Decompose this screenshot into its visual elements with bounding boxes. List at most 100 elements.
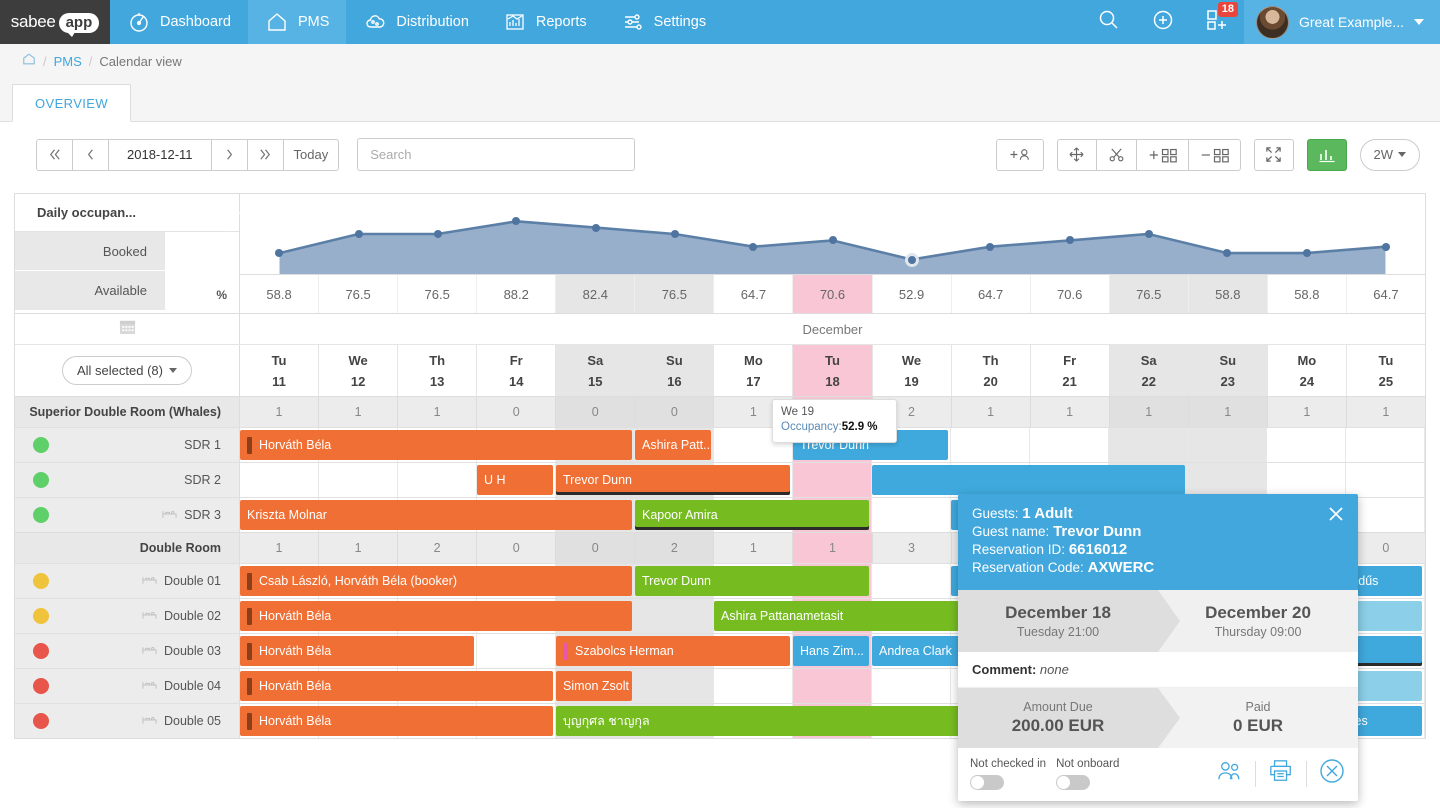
reservation-bar[interactable]: Trevor Dunn (556, 465, 790, 495)
add-rooms-button[interactable] (1137, 139, 1189, 171)
reservation-bar[interactable]: Horváth Béla (240, 636, 474, 666)
add-reservation-button[interactable] (996, 139, 1044, 171)
chart-point[interactable] (434, 230, 442, 238)
nav-item-settings[interactable]: Settings (604, 0, 723, 44)
calendar-cell[interactable] (1267, 463, 1346, 497)
chart-point[interactable] (1382, 243, 1390, 251)
reservation-bar[interactable]: Kriszta Molnar (240, 500, 632, 530)
chart-point[interactable] (1145, 230, 1153, 238)
reservation-bar[interactable]: U H (477, 465, 553, 495)
fullscreen-button[interactable] (1254, 139, 1294, 171)
calendar-cell[interactable] (872, 669, 951, 703)
room-name-cell[interactable]: Double 05 (15, 704, 240, 738)
day-column-header[interactable]: Mo 17 (714, 345, 793, 396)
reservation-bar[interactable]: Trevor Dunn (635, 566, 869, 596)
nav-item-pms[interactable]: PMS (248, 0, 346, 44)
calendar-cell[interactable] (872, 498, 951, 532)
day-column-header[interactable]: Fr 21 (1031, 345, 1110, 396)
chart-point[interactable] (671, 230, 679, 238)
calendar-cell[interactable] (951, 428, 1030, 462)
day-column-header[interactable]: Sa 22 (1110, 345, 1189, 396)
day-column-header[interactable]: Fr 14 (477, 345, 556, 396)
tab-overview[interactable]: OVERVIEW (12, 84, 131, 122)
cancel-circle-icon[interactable] (1318, 757, 1346, 790)
calendar-cell[interactable] (1188, 463, 1267, 497)
calendar-cell[interactable] (1188, 428, 1267, 462)
calendar-cell[interactable] (793, 669, 872, 703)
calendar-cell[interactable] (1346, 428, 1425, 462)
remove-rooms-button[interactable] (1189, 139, 1241, 171)
day-column-header[interactable]: Su 23 (1189, 345, 1268, 396)
calendar-cell[interactable] (1030, 428, 1109, 462)
day-column-header[interactable]: Su 16 (635, 345, 714, 396)
room-name-cell[interactable]: SDR 2 (15, 463, 240, 497)
today-button[interactable]: Today (284, 139, 340, 171)
search-button[interactable] (1082, 0, 1136, 44)
calendar-cell[interactable] (793, 463, 872, 497)
reservation-bar[interactable] (872, 465, 1185, 495)
reservation-bar[interactable]: Horváth Béla (240, 706, 553, 736)
jump-last-button[interactable] (248, 139, 284, 171)
calendar-cell[interactable] (1346, 463, 1425, 497)
day-column-header[interactable]: Tu 25 (1347, 345, 1425, 396)
chart-point[interactable] (829, 236, 837, 244)
chart-point[interactable] (355, 230, 363, 238)
reservation-bar[interactable]: Horváth Béla (240, 601, 632, 631)
reservation-bar[interactable]: Kapoor Amira (635, 500, 869, 530)
date-display[interactable]: 2018-12-11 (109, 139, 212, 171)
room-selector-button[interactable]: All selected (8) (62, 356, 192, 385)
calendar-icon[interactable] (119, 318, 136, 340)
close-icon[interactable] (1326, 504, 1346, 524)
day-column-header[interactable]: We 19 (873, 345, 952, 396)
next-button[interactable] (212, 139, 248, 171)
reservation-bar[interactable]: Horváth Béla (240, 430, 632, 460)
guests-icon[interactable] (1216, 759, 1244, 788)
calendar-cell[interactable] (1267, 428, 1346, 462)
reservation-bar[interactable]: Hans Zim... (793, 636, 869, 666)
reservation-bar[interactable]: Szabolcs Herman (556, 636, 790, 666)
calendar-cell[interactable] (635, 599, 714, 633)
room-name-cell[interactable]: Double 03 (15, 634, 240, 668)
scissors-button[interactable] (1097, 139, 1137, 171)
breadcrumb-link-pms[interactable]: PMS (54, 54, 82, 69)
prev-button[interactable] (73, 139, 109, 171)
move-button[interactable] (1057, 139, 1097, 171)
room-name-cell[interactable]: Double 02 (15, 599, 240, 633)
room-name-cell[interactable]: Double 01 (15, 564, 240, 598)
day-column-header[interactable]: Mo 24 (1268, 345, 1347, 396)
day-column-header[interactable]: Tu 11 (240, 345, 319, 396)
room-name-cell[interactable]: SDR 3 (15, 498, 240, 532)
calendar-cell[interactable] (240, 463, 319, 497)
nav-item-distribution[interactable]: Distribution (346, 0, 486, 44)
calendar-cell[interactable] (398, 463, 477, 497)
day-column-header[interactable]: We 12 (319, 345, 398, 396)
reservation-bar[interactable]: Csab László, Horváth Béla (booker) (240, 566, 632, 596)
nav-item-reports[interactable]: Reports (486, 0, 604, 44)
search-input[interactable] (357, 138, 635, 171)
occupancy-chart-toggle[interactable] (1307, 139, 1347, 171)
day-column-header[interactable]: Th 13 (398, 345, 477, 396)
range-selector[interactable]: 2W (1360, 139, 1421, 171)
home-icon[interactable] (22, 52, 36, 71)
calendar-cell[interactable] (319, 463, 398, 497)
calendar-cell[interactable] (872, 564, 951, 598)
day-column-header[interactable]: Th 20 (952, 345, 1031, 396)
calendar-cell[interactable] (477, 634, 556, 668)
printer-icon[interactable] (1267, 759, 1295, 788)
calendar-cell[interactable] (635, 669, 714, 703)
room-name-cell[interactable]: SDR 1 (15, 428, 240, 462)
reservation-bar[interactable]: Horváth Béla (240, 671, 553, 701)
checkin-toggle[interactable] (970, 775, 1004, 790)
chart-point[interactable] (1303, 249, 1311, 257)
app-logo[interactable]: sabeeapp (0, 0, 110, 44)
nav-item-dashboard[interactable]: Dashboard (110, 0, 248, 44)
chart-point[interactable] (905, 253, 919, 267)
chart-point[interactable] (592, 224, 600, 232)
user-menu[interactable]: Great Example... (1244, 0, 1440, 44)
reservation-bar[interactable]: Simon Zsolt (556, 671, 632, 701)
grid-add-button[interactable]: 18 (1190, 0, 1244, 44)
calendar-cell[interactable] (714, 669, 793, 703)
add-button[interactable] (1136, 0, 1190, 44)
reservation-bar[interactable]: Ashira Patt... (635, 430, 711, 460)
day-column-header[interactable]: Tu 18 (793, 345, 872, 396)
